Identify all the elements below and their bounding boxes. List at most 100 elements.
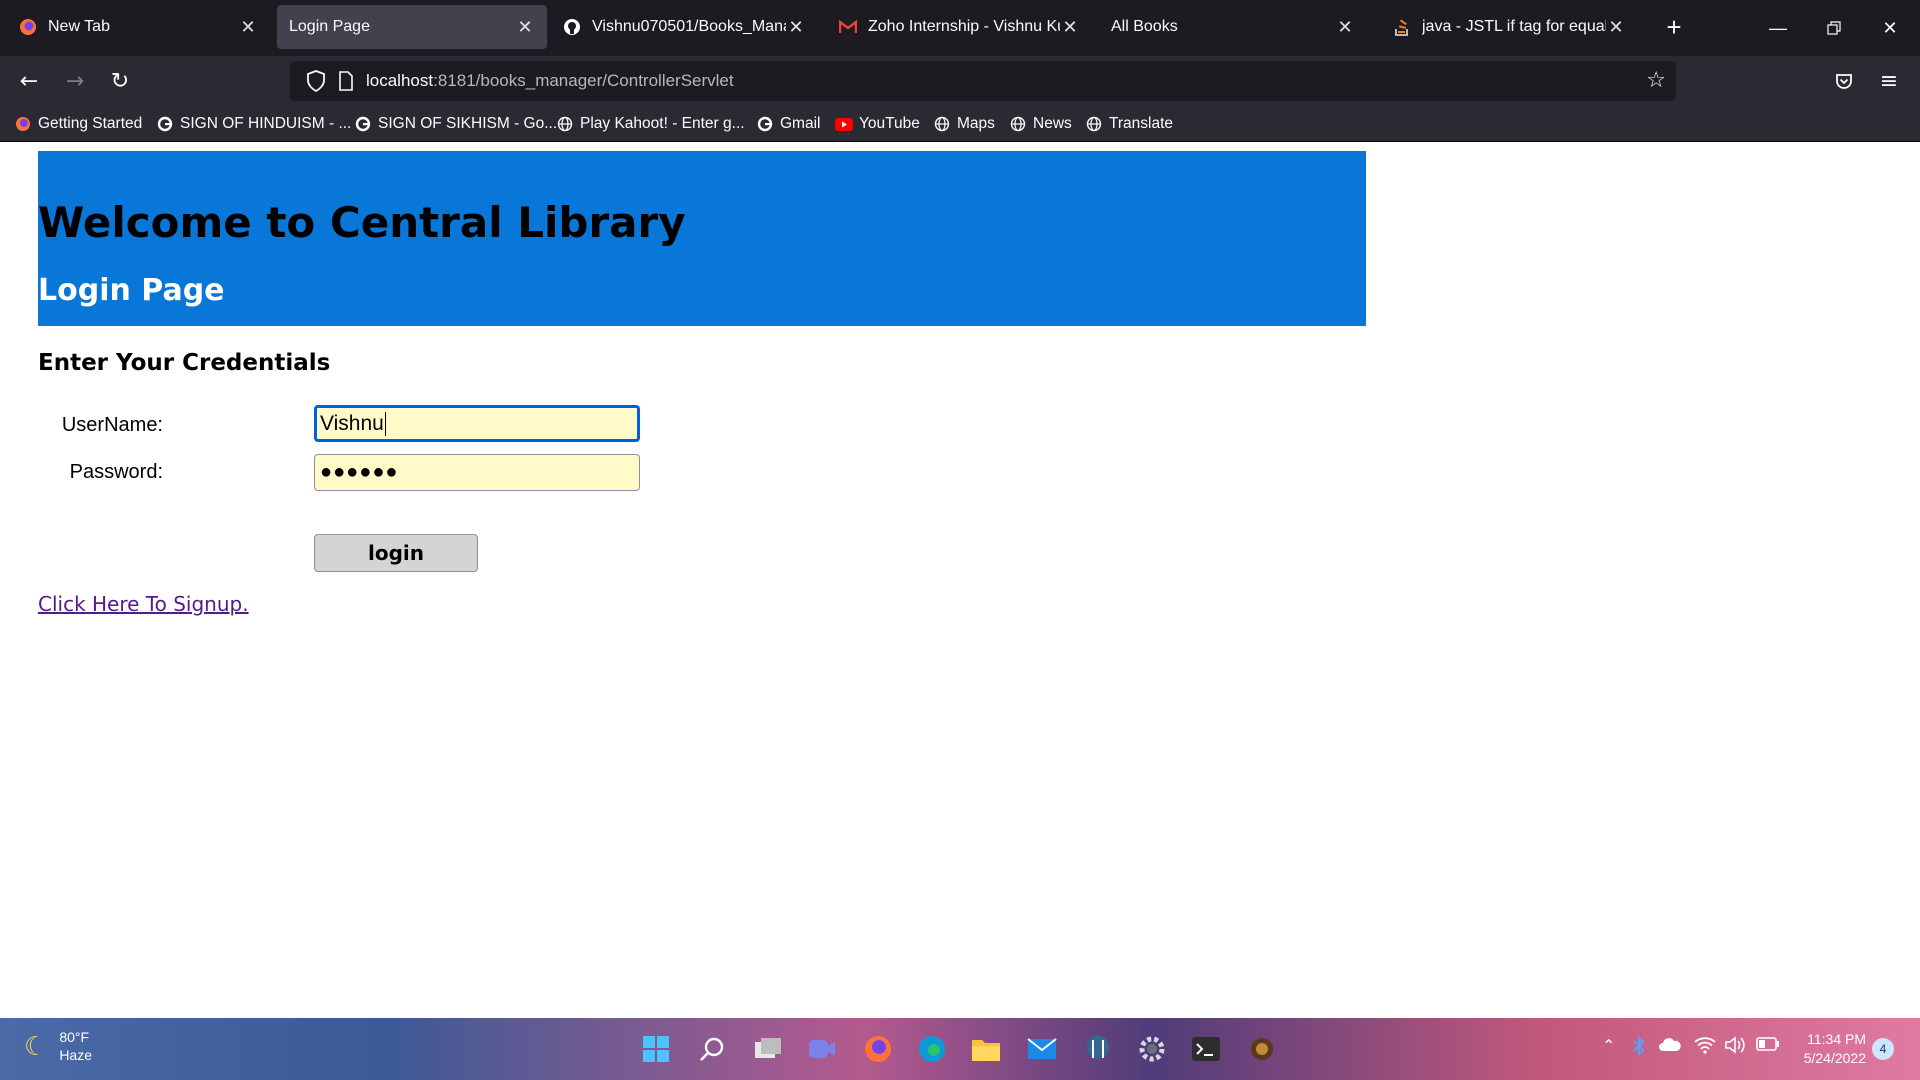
back-icon[interactable]: ← (12, 64, 46, 98)
battery-icon[interactable] (1756, 1036, 1780, 1055)
menu-icon[interactable]: ≡ (1872, 64, 1906, 98)
page-heading: Welcome to Central Library (38, 198, 686, 247)
text-caret (384, 411, 386, 436)
postgres-icon[interactable] (1080, 1031, 1116, 1067)
bookmark-hinduism[interactable]: SIGN OF HINDUISM - ... (156, 112, 351, 136)
tab-title: New Tab (48, 18, 110, 35)
bookmark-kahoot[interactable]: Play Kahoot! - Enter g... (556, 112, 745, 136)
reload-icon[interactable]: ↻ (103, 64, 137, 98)
close-icon[interactable]: ✕ (1060, 17, 1080, 38)
close-icon[interactable]: ✕ (515, 17, 535, 38)
tab-new-tab[interactable]: New Tab ✕ (6, 5, 270, 49)
url-text[interactable]: localhost:8181/books_manager/ControllerS… (366, 71, 734, 91)
bookmark-getting-started[interactable]: Getting Started (14, 112, 142, 136)
bookmark-news[interactable]: News (1009, 112, 1072, 136)
navigation-toolbar: ← → ↻ localhost:8181/books_manager/Contr… (0, 56, 1920, 106)
clock-date: 5/24/2022 (1803, 1050, 1866, 1066)
tab-title: Vishnu070501/Books_Manager (592, 18, 786, 35)
page-content: Welcome to Central Library Login Page En… (0, 142, 1920, 1018)
password-input[interactable]: ●●●●●● (314, 454, 640, 491)
mail-icon[interactable] (1024, 1031, 1060, 1067)
bookmark-label: Maps (957, 115, 995, 132)
username-value: Vishnu (320, 411, 384, 435)
task-view-icon[interactable] (750, 1031, 786, 1067)
tab-github[interactable]: Vishnu070501/Books_Manager ✕ (550, 5, 818, 49)
notification-badge[interactable]: 4 (1872, 1038, 1894, 1060)
globe-icon (933, 115, 951, 133)
minimize-button[interactable]: — (1750, 0, 1806, 56)
youtube-icon (835, 115, 853, 133)
weather-widget[interactable]: ☾ 80°F Haze (24, 1028, 92, 1064)
close-window-button[interactable]: ✕ (1862, 0, 1918, 56)
bookmark-label: Getting Started (38, 115, 143, 132)
username-input[interactable]: Vishnu (314, 405, 640, 442)
terminal-icon[interactable] (1188, 1031, 1224, 1067)
close-icon[interactable]: ✕ (238, 17, 258, 38)
tab-title: Login Page (289, 18, 370, 35)
start-icon[interactable] (638, 1031, 674, 1067)
restore-button[interactable] (1806, 0, 1862, 56)
page-subheading: Login Page (38, 273, 225, 308)
tab-login-page[interactable]: Login Page ✕ (277, 5, 547, 49)
bookmark-label: SIGN OF HINDUISM - ... (180, 115, 352, 132)
close-icon[interactable]: ✕ (1606, 17, 1626, 38)
moon-icon: ☾ (24, 1030, 48, 1061)
volume-icon[interactable] (1724, 1036, 1746, 1058)
globe-icon (1085, 115, 1103, 133)
login-button[interactable]: login (314, 534, 478, 572)
tab-bar: New Tab ✕ Login Page ✕ Vishnu070501/Book… (0, 0, 1920, 56)
bookmarks-toolbar: Getting Started SIGN OF HINDUISM - ... S… (0, 106, 1920, 142)
url-path: :8181/books_manager/ControllerServlet (433, 71, 734, 90)
edge-icon[interactable] (914, 1031, 950, 1067)
address-bar[interactable]: localhost:8181/books_manager/ControllerS… (290, 61, 1676, 101)
bookmark-gmail[interactable]: Gmail (756, 112, 820, 136)
wifi-icon[interactable] (1694, 1036, 1716, 1058)
credentials-title: Enter Your Credentials (38, 350, 331, 376)
bookmark-sikhism[interactable]: SIGN OF SIKHISM - Go... (354, 112, 557, 136)
password-label: Password: (69, 461, 163, 483)
globe-icon (556, 115, 574, 133)
bluetooth-icon[interactable] (1632, 1035, 1646, 1060)
new-tab-button[interactable]: + (1658, 10, 1690, 46)
weather-condition: Haze (59, 1047, 92, 1063)
bookmark-label: News (1033, 115, 1072, 132)
forward-icon[interactable]: → (58, 64, 92, 98)
stackoverflow-icon (1392, 17, 1412, 37)
bookmark-label: Play Kahoot! - Enter g... (580, 115, 745, 132)
bookmark-maps[interactable]: Maps (933, 112, 995, 136)
google-icon (156, 115, 174, 133)
firefox-icon (14, 115, 32, 133)
bookmark-label: YouTube (859, 115, 920, 132)
google-icon (756, 115, 774, 133)
globe-icon (1009, 115, 1027, 133)
shield-icon[interactable] (306, 70, 326, 96)
header-banner: Welcome to Central Library Login Page (38, 151, 1366, 326)
taskbar: ☾ 80°F Haze ⌃ 11:34 PM 5/24/2022 4 (0, 1018, 1920, 1080)
bookmark-label: Translate (1109, 115, 1174, 132)
url-host: localhost (366, 71, 434, 90)
tab-stackoverflow[interactable]: java - JSTL if tag for equal strin ✕ (1380, 5, 1638, 49)
gmail-icon (838, 17, 858, 37)
close-icon[interactable]: ✕ (1335, 17, 1355, 38)
firefox-taskbar-icon[interactable] (860, 1031, 896, 1067)
app-icon[interactable] (1244, 1031, 1280, 1067)
bookmark-star-icon[interactable]: ☆ (1646, 68, 1666, 93)
pocket-icon[interactable] (1827, 64, 1861, 98)
tab-all-books[interactable]: All Books ✕ (1099, 5, 1367, 49)
onedrive-cloud-icon[interactable] (1658, 1036, 1682, 1056)
tab-gmail[interactable]: Zoho Internship - Vishnu Kurup ✕ (826, 5, 1092, 49)
bookmark-youtube[interactable]: YouTube (835, 112, 920, 136)
signup-link[interactable]: Click Here To Signup. (38, 592, 249, 616)
settings-gear-icon[interactable] (1134, 1031, 1170, 1067)
system-clock[interactable]: 11:34 PM 5/24/2022 (1794, 1030, 1866, 1068)
close-icon[interactable]: ✕ (786, 17, 806, 38)
password-value: ●●●●●● (320, 461, 399, 483)
teams-chat-icon[interactable] (804, 1031, 840, 1067)
search-icon[interactable] (694, 1031, 730, 1067)
clock-time: 11:34 PM (1807, 1031, 1866, 1047)
page-info-icon[interactable] (338, 71, 354, 95)
file-explorer-icon[interactable] (968, 1031, 1004, 1067)
bookmark-translate[interactable]: Translate (1085, 112, 1173, 136)
chevron-up-icon[interactable]: ⌃ (1602, 1036, 1615, 1055)
tab-title: Zoho Internship - Vishnu Kurup (868, 18, 1060, 35)
